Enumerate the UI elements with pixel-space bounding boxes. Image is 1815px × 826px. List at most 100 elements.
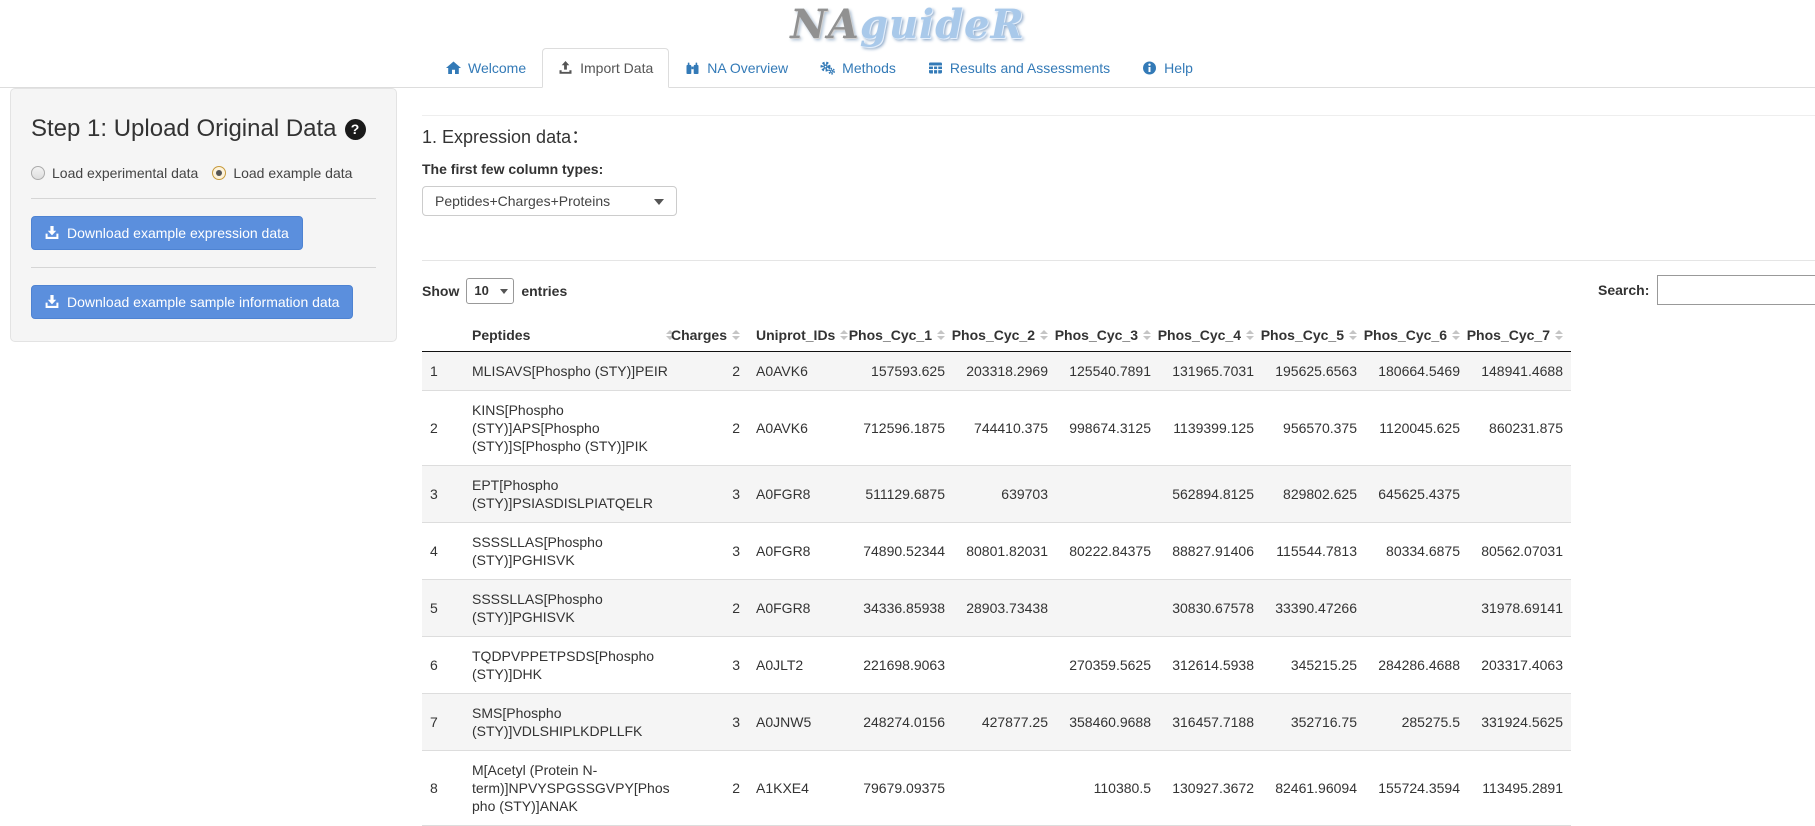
value-cell: 358460.9688	[1056, 694, 1159, 751]
search-input[interactable]	[1657, 275, 1815, 305]
table-row[interactable]: 8 M[Acetyl (Protein N-term)]NPVYSPGSSGVP…	[422, 751, 1571, 826]
divider	[422, 260, 1815, 261]
table-row[interactable]: 7 SMS[Phospho (STY)]VDLSHIPLKDPLLFK 3 A0…	[422, 694, 1571, 751]
value-cell: 712596.1875	[850, 391, 953, 466]
value-cell: 312614.5938	[1159, 637, 1262, 694]
table-row[interactable]: 3 EPT[Phospho (STY)]PSIASDISLPIATQELR 3 …	[422, 466, 1571, 523]
value-cell: 131965.7031	[1159, 352, 1262, 391]
tab-label: Help	[1164, 60, 1193, 76]
column-header-peptides[interactable]: Peptides	[464, 319, 682, 352]
charge-cell: 2	[682, 580, 748, 637]
value-cell: 562894.8125	[1159, 466, 1262, 523]
charge-cell: 3	[682, 694, 748, 751]
value-cell: 180664.5469	[1365, 352, 1468, 391]
charge-cell: 3	[682, 466, 748, 523]
column-header-phos-cyc-4[interactable]: Phos_Cyc_4	[1159, 319, 1262, 352]
column-header-phos-cyc-3[interactable]: Phos_Cyc_3	[1056, 319, 1159, 352]
search-control: Search:	[1598, 275, 1815, 305]
value-cell: 956570.375	[1262, 391, 1365, 466]
column-header-phos-cyc-2[interactable]: Phos_Cyc_2	[953, 319, 1056, 352]
value-cell: 80562.07031	[1468, 523, 1571, 580]
column-header-label: Phos_Cyc_7	[1467, 327, 1550, 343]
logo-text-guider: guideR	[860, 1, 1025, 48]
value-cell: 345215.25	[1262, 637, 1365, 694]
charge-cell: 3	[682, 637, 748, 694]
sort-icon	[937, 330, 945, 340]
value-cell: 203317.4063	[1468, 637, 1571, 694]
tab-help[interactable]: Help	[1126, 48, 1209, 88]
button-label: Download example sample information data	[67, 294, 339, 310]
radio-icon[interactable]	[31, 166, 45, 180]
tab-results-and-assessments[interactable]: Results and Assessments	[912, 48, 1126, 88]
peptide-cell: EPT[Phospho (STY)]PSIASDISLPIATQELR	[464, 466, 682, 523]
value-cell: 195625.6563	[1262, 352, 1365, 391]
datatable-controls: Show 10 entries Search:	[422, 275, 1815, 307]
column-header-phos-cyc-1[interactable]: Phos_Cyc_1	[850, 319, 953, 352]
peptide-cell: SSSSLLAS[Phospho (STY)]PGHISVK	[464, 523, 682, 580]
value-cell	[1056, 580, 1159, 637]
value-cell: 79679.09375	[850, 751, 953, 826]
value-cell: 248274.0156	[850, 694, 953, 751]
value-cell: 113495.2891	[1468, 751, 1571, 826]
show-label: Show	[422, 283, 459, 299]
radio-load-example-data[interactable]: Load example data	[212, 165, 352, 181]
search-label: Search:	[1598, 282, 1649, 298]
charge-cell: 3	[682, 523, 748, 580]
divider	[31, 267, 376, 268]
table-body: 1 MLISAVS[Phospho (STY)]PEIR 2 A0AVK6 15…	[422, 352, 1571, 826]
tab-welcome[interactable]: Welcome	[430, 48, 542, 88]
value-cell: 639703	[953, 466, 1056, 523]
tab-import-data[interactable]: Import Data	[542, 48, 669, 88]
table-row[interactable]: 6 TQDPVPPETPSDS[Phospho (STY)]DHK 3 A0JL…	[422, 637, 1571, 694]
table-row[interactable]: 4 SSSSLLAS[Phospho (STY)]PGHISVK 3 A0FGR…	[422, 523, 1571, 580]
tab-methods[interactable]: Methods	[804, 48, 912, 88]
value-cell: 33390.47266	[1262, 580, 1365, 637]
table-row[interactable]: 2 KINS[Phospho (STY)]APS[Phospho (STY)]S…	[422, 391, 1571, 466]
download-sample-information-button[interactable]: Download example sample information data	[31, 285, 353, 319]
charge-cell: 2	[682, 751, 748, 826]
column-header-label: Phos_Cyc_1	[849, 327, 932, 343]
row-index-cell: 1	[422, 352, 464, 391]
value-cell: 28903.73438	[953, 580, 1056, 637]
column-header-label: Phos_Cyc_6	[1364, 327, 1447, 343]
value-cell	[1468, 466, 1571, 523]
column-header-phos-cyc-7[interactable]: Phos_Cyc_7	[1468, 319, 1571, 352]
row-index-cell: 2	[422, 391, 464, 466]
question-circle-icon[interactable]: ?	[345, 119, 366, 140]
peptide-cell: SMS[Phospho (STY)]VDLSHIPLKDPLLFK	[464, 694, 682, 751]
uniprot-cell: A0AVK6	[748, 352, 850, 391]
table-row[interactable]: 1 MLISAVS[Phospho (STY)]PEIR 2 A0AVK6 15…	[422, 352, 1571, 391]
column-header-label: Charges	[671, 327, 727, 343]
value-cell: 30830.67578	[1159, 580, 1262, 637]
download-expression-data-button[interactable]: Download example expression data	[31, 216, 303, 250]
value-cell: 352716.75	[1262, 694, 1365, 751]
column-types-select[interactable]: Peptides+Charges+Proteins	[422, 186, 677, 216]
value-cell: 80801.82031	[953, 523, 1056, 580]
panel-title: Step 1: Upload Original Data ?	[31, 115, 376, 143]
tab-na-overview[interactable]: NA Overview	[669, 48, 804, 88]
column-header-phos-cyc-6[interactable]: Phos_Cyc_6	[1365, 319, 1468, 352]
value-cell: 80334.6875	[1365, 523, 1468, 580]
value-cell	[953, 751, 1056, 826]
value-cell: 331924.5625	[1468, 694, 1571, 751]
logo-text-na: NA	[790, 1, 860, 48]
data-source-radio-group: Load experimental data Load example data	[31, 165, 376, 181]
download-icon	[45, 226, 59, 240]
page-length-select[interactable]: 10	[466, 278, 514, 304]
column-header-charges[interactable]: Charges	[682, 319, 748, 352]
column-types-label: The first few column types:	[422, 161, 1815, 177]
column-header-phos-cyc-5[interactable]: Phos_Cyc_5	[1262, 319, 1365, 352]
value-cell: 316457.7188	[1159, 694, 1262, 751]
app-logo: NAguideR	[790, 3, 1025, 47]
column-header-uniprot-ids[interactable]: Uniprot_IDs	[748, 319, 850, 352]
value-cell: 1139399.125	[1159, 391, 1262, 466]
value-cell: 511129.6875	[850, 466, 953, 523]
uniprot-cell: A0FGR8	[748, 466, 850, 523]
tab-label: Welcome	[468, 60, 526, 76]
table-row[interactable]: 5 SSSSLLAS[Phospho (STY)]PGHISVK 2 A0FGR…	[422, 580, 1571, 637]
value-cell	[1365, 580, 1468, 637]
radio-icon-checked[interactable]	[212, 166, 226, 180]
peptide-cell: KINS[Phospho (STY)]APS[Phospho (STY)]S[P…	[464, 391, 682, 466]
radio-load-experimental-data[interactable]: Load experimental data	[31, 165, 198, 181]
charge-cell: 2	[682, 352, 748, 391]
